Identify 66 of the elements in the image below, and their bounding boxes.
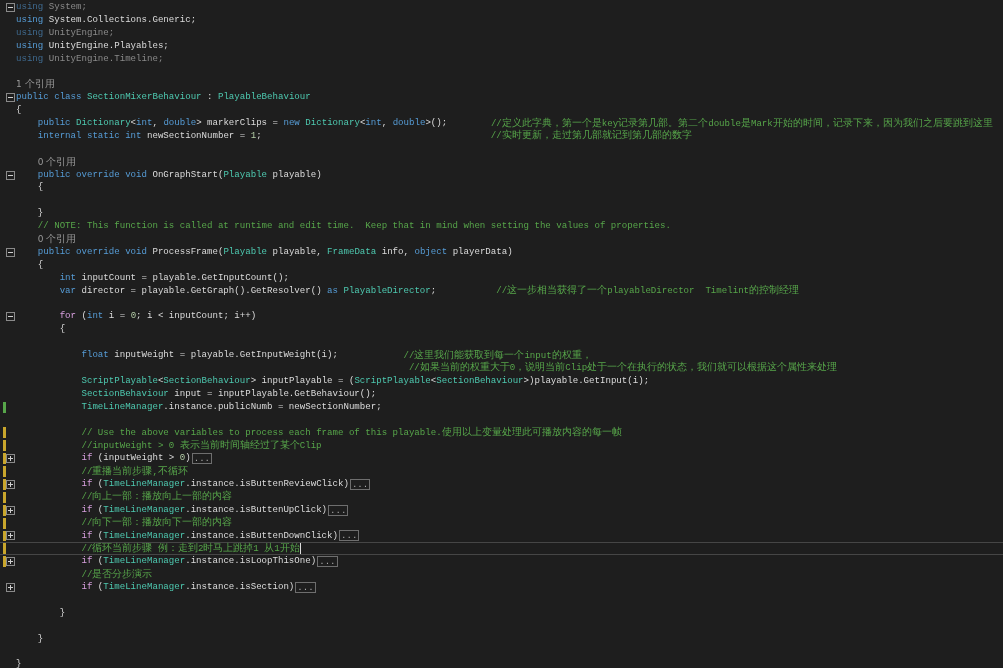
code-line: if (TimeLineManager.instance.isButtenReviewClick) (81, 477, 349, 490)
code-line: if (inputWeight > 0) (81, 452, 191, 465)
expand-icon[interactable] (6, 583, 15, 592)
code-comment: //向下一部：播放向下一部的内容 (81, 516, 233, 531)
code-line: int inputCount = playable.GetInputCount(); (59, 271, 289, 285)
expand-icon[interactable] (6, 557, 15, 567)
code-comment: //循环当前步骤 例：走到2时马上跳掉1 从1开始 (81, 541, 300, 556)
code-comment: //这一步相当获得了一个playableDirector Timelint的控制经理 (496, 284, 800, 298)
code-line: { (37, 258, 44, 272)
code-line: if (TimeLineManager.instance.isButtenUpClick) (81, 503, 328, 516)
code-line: public class SectionMixerBehaviour : PlayableBehaviour (16, 91, 311, 105)
code-line: { (16, 104, 22, 118)
expand-icon[interactable] (6, 505, 15, 515)
collapsed-code-indicator[interactable]: ... (349, 478, 371, 490)
code-line: using UnityEngine.Playables; (16, 39, 169, 53)
code-line: ScriptPlayable<SectionBehaviour> inputPlayable = (ScriptPlayable<SectionBehaviour>)playable.GetInput(i); (81, 374, 650, 388)
collapse-icon[interactable] (6, 247, 15, 257)
reference-count[interactable]: 1 个引用 (16, 78, 55, 92)
text-cursor (299, 543, 301, 555)
expand-icon[interactable] (6, 531, 15, 541)
code-line: for (int i = 0; i < inputCount; i++) (59, 310, 257, 324)
code-comment: //重播当前步骤,不循环 (81, 464, 188, 479)
collapse-icon[interactable] (6, 2, 15, 12)
collapsed-code-indicator[interactable]: ... (191, 453, 213, 465)
reference-count[interactable]: 0 个引用 (37, 233, 77, 246)
code-line: internal static int newSectionNumber = 1; (37, 129, 263, 143)
code-line: var director = playable.GetGraph().GetResolver() as PlayableDirector; (59, 284, 438, 298)
code-line: SectionBehaviour input = inputPlayable.GetBehaviour(); (81, 387, 377, 401)
code-editor[interactable] (0, 0, 1003, 668)
code-line: float inputWeight = playable.GetInputWeight(i); (81, 349, 339, 362)
code-line: TimeLineManager.instance.publicNumb = newSectionNumber; (81, 400, 382, 414)
reference-count[interactable]: 0 个引用 (37, 155, 77, 169)
collapse-icon[interactable] (6, 170, 15, 180)
code-line: { (37, 181, 44, 195)
collapse-icon[interactable] (6, 93, 15, 103)
code-line: } (37, 207, 44, 221)
code-line: public override void OnGraphStart(Playable playable) (37, 168, 322, 182)
code-comment: //这里我们能获取到每一个input的权重， (403, 348, 592, 361)
code-comment: //如果当前的权重大于0，说明当前Clip处于一个在执行的状态，我们就可以根据这个属性来处理 (407, 361, 838, 376)
code-line: } (59, 606, 66, 620)
code-line: public Dictionary<int, double> markerClips = new Dictionary<int, double>(); (37, 117, 449, 130)
code-line: if (TimeLineManager.instance.isSection) (81, 581, 295, 594)
code-comment: // NOTE: This function is called at runtime and edit time. Keep that in mind when setting the values of properties. (37, 220, 671, 234)
code-line: using UnityEngine.Timeline; (16, 52, 164, 66)
code-comment: //是否分步演示 (81, 567, 153, 582)
expand-icon[interactable] (6, 454, 15, 464)
code-line: using System; (16, 1, 87, 14)
code-comment: //向上一部：播放向上一部的内容 (81, 490, 233, 505)
code-line: } (16, 658, 22, 668)
code-line: if (TimeLineManager.instance.isButtenDownClick) (81, 529, 338, 542)
code-line: public override void ProcessFrame(Playable playable, FrameData info, object playerData) (37, 245, 513, 259)
code-line: if (TimeLineManager.instance.isLoopThisOne) (81, 555, 317, 568)
collapse-icon[interactable] (6, 312, 15, 322)
collapsed-code-indicator[interactable]: ... (339, 530, 360, 542)
code-line: using UnityEngine; (16, 26, 115, 40)
collapsed-code-indicator[interactable]: ... (317, 556, 338, 568)
collapsed-code-indicator[interactable]: ... (328, 504, 349, 516)
code-line: using System.Collections.Generic; (16, 13, 197, 27)
code-comment: //实时更新，走过第几部就记到第几部的数字 (490, 129, 692, 144)
code-comment: //定义此字典，第一个是key记录第几部。第二个double是Mark开始的时间，记录下来，因为我们之后要跳到这里 (490, 116, 993, 129)
code-comment: // Use the above variables to process each frame of this playable.使用以上变量处理此可播放内容的每一帧 (81, 425, 622, 439)
collapsed-code-indicator[interactable]: ... (295, 582, 316, 594)
code-comment: //inputWeight > 0 表示当前时间轴经过了某个Clip (81, 438, 322, 453)
code-line: } (37, 632, 44, 646)
code-line: { (59, 323, 66, 337)
expand-icon[interactable] (6, 479, 15, 489)
